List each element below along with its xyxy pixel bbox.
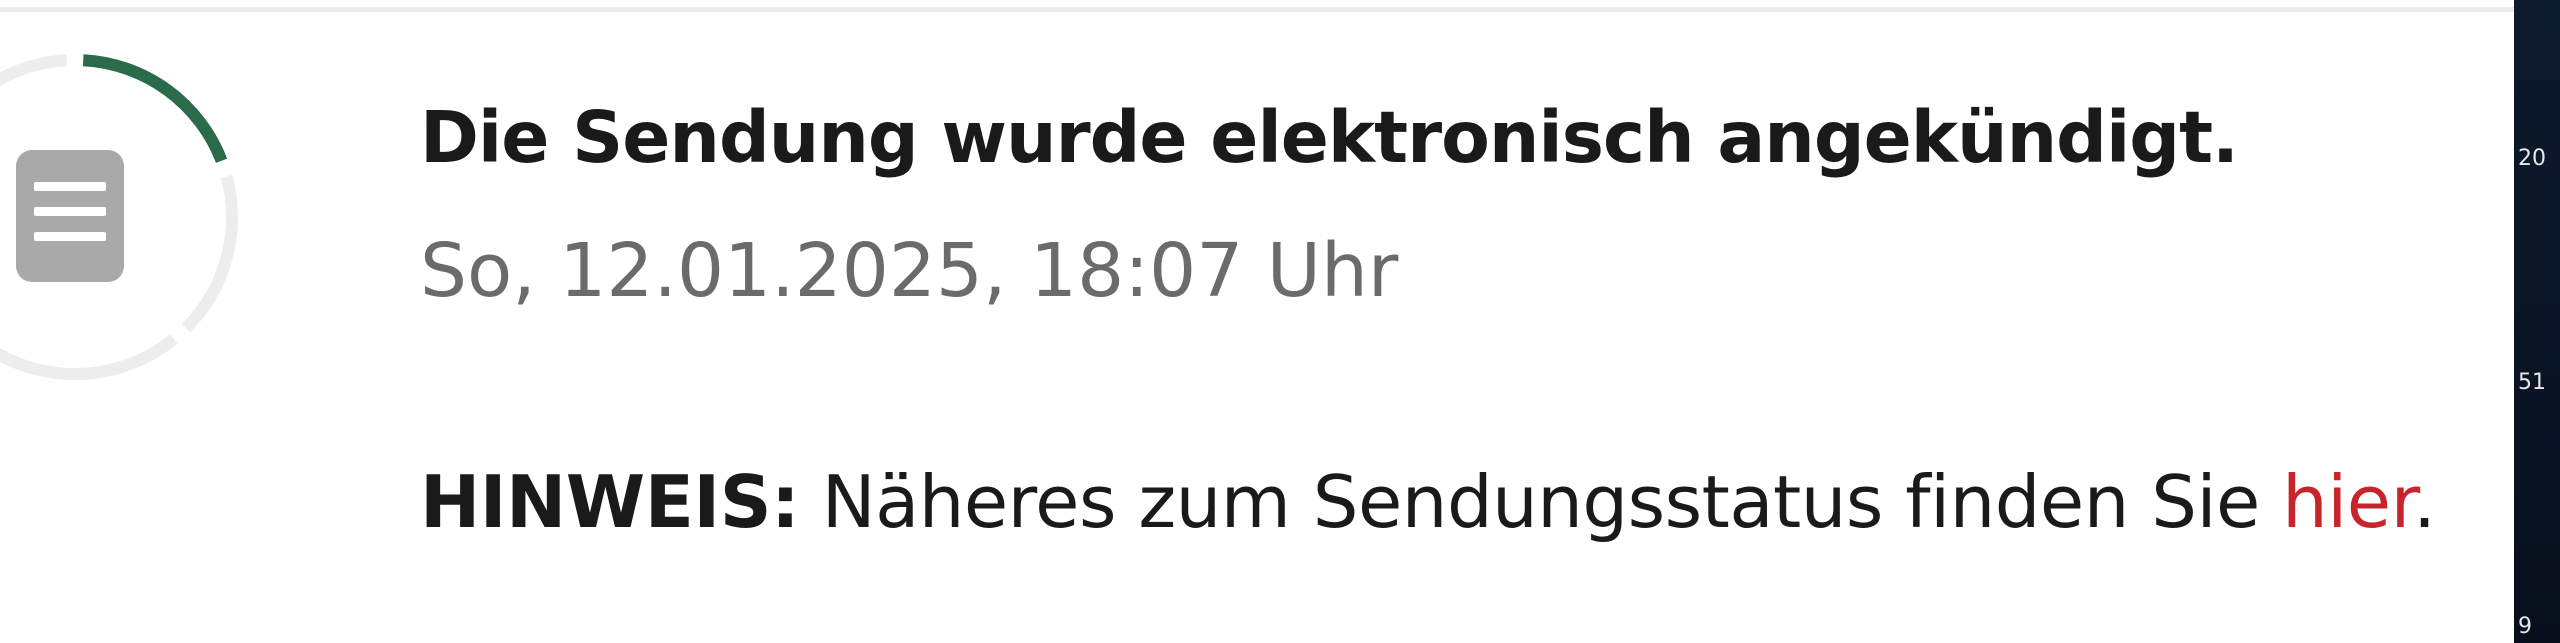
tracking-page: Die Sendung wurde elektronisch angekündi… <box>0 0 2514 643</box>
side-strip: 20 51 9 <box>2514 0 2560 643</box>
divider <box>0 7 2514 12</box>
status-datetime: So, 12.01.2025, 18:07 Uhr <box>420 228 1399 314</box>
hint-body: Näheres zum Sendungsstatus finden Sie <box>799 460 2283 544</box>
hint-label: HINWEIS: <box>420 460 800 544</box>
status-title: Die Sendung wurde elektronisch angekündi… <box>420 96 2239 179</box>
hint-link[interactable]: hier <box>2282 460 2413 544</box>
document-icon <box>16 150 124 282</box>
side-strip-number: 20 <box>2518 146 2546 171</box>
progress-ring-track <box>181 174 238 333</box>
progress-ring-fill <box>82 54 228 163</box>
side-strip-number: 51 <box>2518 370 2546 395</box>
hint-text: HINWEIS: Näheres zum Sendungsstatus find… <box>420 460 2436 544</box>
side-strip-number: 9 <box>2518 614 2532 639</box>
hint-suffix: . <box>2413 460 2436 544</box>
